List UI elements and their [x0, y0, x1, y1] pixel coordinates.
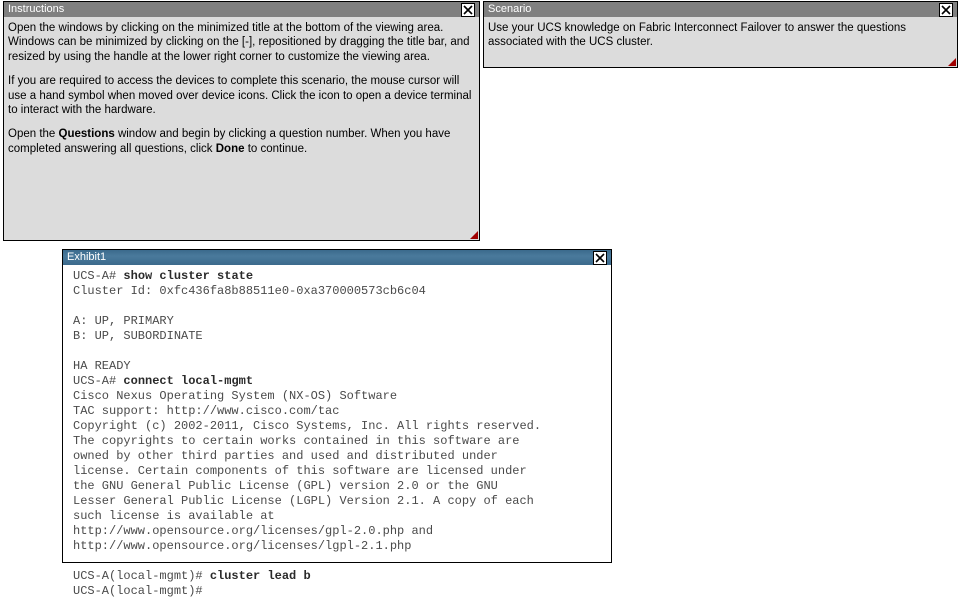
- term-line: B: UP, SUBORDINATE: [73, 329, 203, 343]
- close-icon[interactable]: [939, 3, 953, 17]
- term-prompt: UCS-A(local-mgmt)#: [73, 569, 210, 583]
- instructions-body: Open the windows by clicking on the mini…: [4, 17, 479, 160]
- scenario-window: Scenario Use your UCS knowledge on Fabri…: [483, 1, 958, 68]
- resize-handle-icon[interactable]: [948, 58, 956, 66]
- term-line: Copyright (c) 2002-2011, Cisco Systems, …: [73, 419, 541, 433]
- instructions-titlebar[interactable]: Instructions: [4, 2, 479, 17]
- exhibit-title: Exhibit1: [67, 250, 106, 265]
- term-line: owned by other third parties and used an…: [73, 449, 498, 463]
- instructions-p3-bold1: Questions: [59, 128, 115, 140]
- instructions-p3-c: to continue.: [245, 143, 308, 155]
- term-cmd: cluster lead b: [210, 569, 311, 583]
- instructions-p3: Open the Questions window and begin by c…: [8, 127, 475, 156]
- term-prompt: UCS-A#: [73, 374, 123, 388]
- term-line: http://www.opensource.org/licenses/gpl-2…: [73, 524, 433, 538]
- instructions-p3-bold2: Done: [216, 143, 245, 155]
- term-prompt: UCS-A(local-mgmt)#: [73, 584, 203, 598]
- term-line: Cisco Nexus Operating System (NX-OS) Sof…: [73, 389, 397, 403]
- term-line: A: UP, PRIMARY: [73, 314, 174, 328]
- term-line: the GNU General Public License (GPL) ver…: [73, 479, 498, 493]
- term-prompt: UCS-A#: [73, 269, 123, 283]
- scenario-text: Use your UCS knowledge on Fabric Interco…: [488, 21, 953, 50]
- exhibit-titlebar[interactable]: Exhibit1: [63, 250, 611, 265]
- term-cmd: connect local-mgmt: [123, 374, 253, 388]
- scenario-titlebar[interactable]: Scenario: [484, 2, 957, 17]
- term-line: HA READY: [73, 359, 131, 373]
- term-cmd: show cluster state: [123, 269, 253, 283]
- scenario-body: Use your UCS knowledge on Fabric Interco…: [484, 17, 957, 54]
- exhibit-terminal[interactable]: UCS-A# show cluster state Cluster Id: 0x…: [63, 265, 611, 603]
- term-line: TAC support: http://www.cisco.com/tac: [73, 404, 339, 418]
- term-line: Lesser General Public License (LGPL) Ver…: [73, 494, 534, 508]
- instructions-p2: If you are required to access the device…: [8, 74, 475, 117]
- term-line: such license is available at: [73, 509, 275, 523]
- instructions-window: Instructions Open the windows by clickin…: [3, 1, 480, 241]
- term-line: license. Certain components of this soft…: [73, 464, 527, 478]
- close-icon[interactable]: [593, 251, 607, 265]
- term-line: http://www.opensource.org/licenses/lgpl-…: [73, 539, 411, 553]
- scenario-title: Scenario: [488, 2, 531, 17]
- exhibit-window: Exhibit1 UCS-A# show cluster state Clust…: [62, 249, 612, 563]
- instructions-title: Instructions: [8, 2, 64, 17]
- instructions-p3-a: Open the: [8, 128, 59, 140]
- term-line: The copyrights to certain works containe…: [73, 434, 519, 448]
- instructions-p1: Open the windows by clicking on the mini…: [8, 21, 475, 64]
- close-icon[interactable]: [461, 3, 475, 17]
- term-line: Cluster Id: 0xfc436fa8b88511e0-0xa370000…: [73, 284, 426, 298]
- resize-handle-icon[interactable]: [470, 231, 478, 239]
